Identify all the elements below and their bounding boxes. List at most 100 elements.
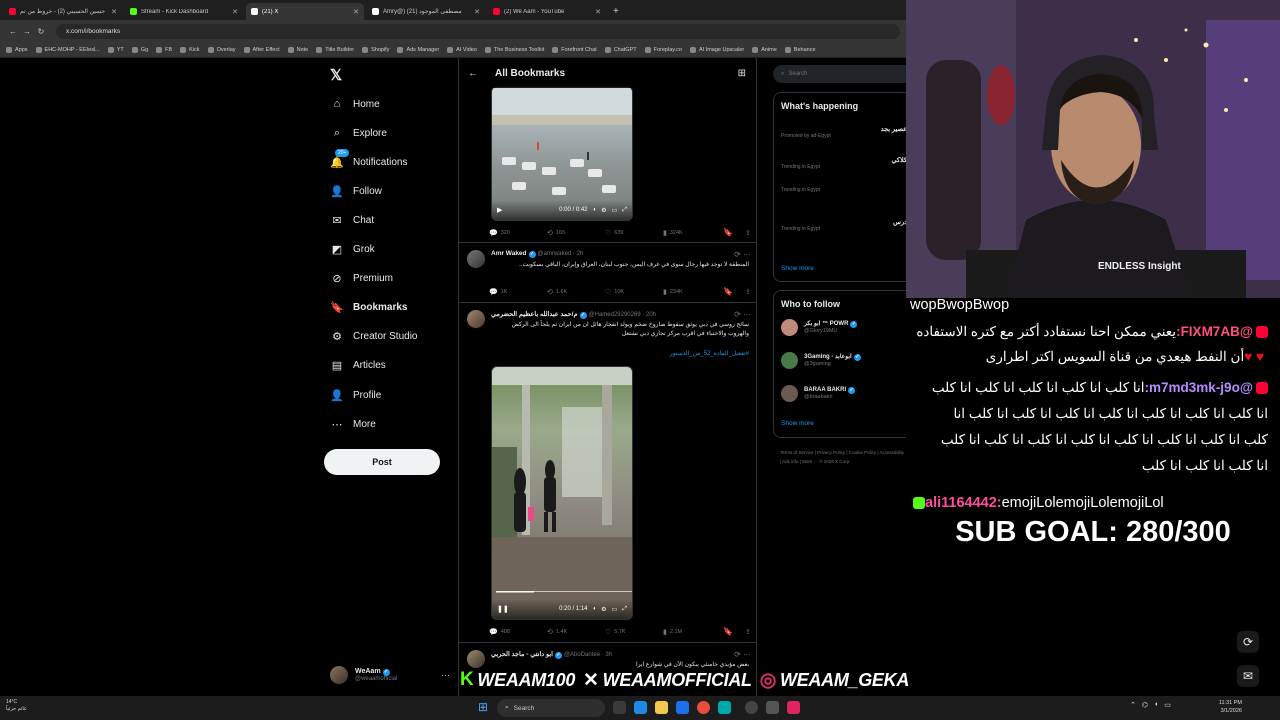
chrome-icon[interactable] (697, 701, 710, 714)
refresh-icon[interactable]: ⟳ (1237, 631, 1259, 653)
play-icon[interactable]: ▶ (497, 206, 502, 214)
mail-icon[interactable]: ✉ (1237, 665, 1259, 687)
close-icon[interactable]: ✕ (232, 8, 238, 16)
new-tab-icon[interactable]: + (613, 3, 619, 20)
footer-links[interactable]: Terms of Service | Privacy Policy | Cook… (780, 448, 906, 466)
like-button[interactable]: ♡ 5.7K (605, 628, 663, 636)
nav-item-more[interactable]: ⋯ More (330, 417, 376, 431)
tweet-author[interactable]: ابو دانتي - ماجد الحربي ✓ @AboDantee · 3h (491, 650, 612, 659)
nav-item-chat[interactable]: ✉ Chat (330, 213, 374, 227)
volume-icon[interactable]: ◖ (593, 606, 597, 612)
views-button[interactable]: ▮ 324K (663, 229, 721, 237)
share-icon[interactable]: ⇪ (745, 288, 751, 296)
address-bar[interactable]: x.com/i/bookmarks (56, 23, 900, 39)
bookmark-icon[interactable]: 🔖 (723, 228, 733, 237)
reply-button[interactable]: 💬 320 (489, 229, 547, 237)
tweet-author[interactable]: م/حمد عبدالله باعظيم الحضرمي ✓ @Hamed29290… (491, 310, 656, 319)
pause-icon[interactable]: ❚❚ (497, 605, 509, 613)
close-icon[interactable]: ✕ (111, 8, 117, 16)
avatar[interactable] (467, 250, 485, 268)
post-button[interactable]: Post (324, 449, 440, 475)
pip-icon[interactable]: ▭ (612, 207, 618, 214)
reload-icon[interactable]: ↻ (34, 27, 48, 36)
tweet-video[interactable]: ❚❚ 0:20 / 1:14 ◖ ⚙ ▭ ⤢ (491, 366, 633, 620)
repost-button[interactable]: ⟲ 165 (547, 229, 605, 237)
repost-button[interactable]: ⟲ 1.4K (547, 628, 605, 636)
edge-icon[interactable] (676, 701, 689, 714)
share-icon[interactable]: ⇪ (745, 628, 751, 636)
bookmark-folder-icon[interactable]: ⊞ (738, 68, 746, 79)
forward-icon[interactable]: → (20, 27, 34, 36)
hashtag-link[interactable]: #تفعيل_المادة_52_من_الدستور (491, 350, 749, 359)
more-dots-icon[interactable]: ⟳ ··· (734, 310, 751, 319)
repost-button[interactable]: ⟲ 1.6K (547, 288, 605, 296)
bookmark-item[interactable]: Anime (752, 46, 777, 53)
like-button[interactable]: ♡ 10K (605, 288, 663, 296)
bookmark-item[interactable]: YT (107, 46, 124, 53)
settings-icon[interactable]: ⚙ (601, 606, 606, 613)
bookmark-item[interactable]: Title Builder (316, 46, 354, 53)
settings-icon[interactable]: ⚙ (601, 207, 606, 214)
weather-widget[interactable]: 14°C غائم جزئياً (6, 699, 27, 713)
browser-tab[interactable]: حسين الحسيني (2) - خروط من تم ✕ (4, 3, 122, 20)
obs-icon[interactable] (745, 701, 758, 714)
trend-item[interactable]: Trending in Egypt (781, 187, 906, 193)
app-icon[interactable] (787, 701, 800, 714)
bookmark-item[interactable]: After Effect (243, 46, 280, 53)
bookmark-item[interactable]: Shopify (362, 46, 389, 53)
fullscreen-icon[interactable]: ⤢ (622, 606, 627, 613)
back-arrow-icon[interactable]: ← (461, 68, 485, 79)
bookmark-item[interactable]: Gg (131, 46, 148, 53)
nav-item-explore[interactable]: ⌕ Explore (330, 126, 387, 140)
follow-suggestion[interactable]: 3Gaming - ابوعابد ✓ @3gaming (781, 352, 906, 369)
bookmark-item[interactable]: AI Image Upscaler (689, 46, 744, 53)
bookmark-item[interactable]: FB (156, 46, 172, 53)
show-more-link[interactable]: Show more (781, 420, 814, 427)
x-logo-icon[interactable]: 𝕏 (330, 66, 342, 84)
nav-item-bookmarks[interactable]: 🔖 Bookmarks (330, 301, 407, 315)
share-icon[interactable]: ⇪ (745, 229, 751, 237)
bookmark-item[interactable]: Foreplay.co (644, 46, 682, 53)
bookmark-icon[interactable]: 🔖 (723, 287, 733, 296)
taskbar-search[interactable]: ⌕ Search (497, 699, 605, 717)
bookmark-item[interactable]: AI Video (447, 46, 477, 53)
close-icon[interactable]: ✕ (474, 8, 480, 16)
more-dots-icon[interactable]: ··· (441, 670, 450, 680)
close-icon[interactable]: ✕ (353, 8, 359, 16)
bookmark-item[interactable]: Overlay (207, 46, 236, 53)
bookmark-item[interactable]: Behance (784, 46, 816, 53)
tweet-video[interactable]: ▶ 0:00 / 0:42 ◖ ⚙ ▭ ⤢ (491, 86, 633, 221)
browser-tab[interactable]: Amry@) مصطفى الموجود (21) ✕ (367, 3, 485, 20)
file-explorer-icon[interactable] (655, 701, 668, 714)
close-icon[interactable]: ✕ (595, 8, 601, 16)
fullscreen-icon[interactable]: ⤢ (622, 207, 627, 214)
more-dots-icon[interactable]: ⟳ ··· (734, 250, 751, 259)
nav-item-notifications[interactable]: 🔔 20+ Notifications (330, 149, 407, 169)
bookmark-item[interactable]: The Business Toolkit (484, 46, 544, 53)
bookmark-item[interactable]: Apps (6, 46, 28, 53)
app-icon[interactable] (634, 701, 647, 714)
bookmark-item[interactable]: Ads Manager (397, 46, 439, 53)
app-icon[interactable] (766, 701, 779, 714)
nav-item-articles[interactable]: ▤ Articles (330, 359, 386, 373)
more-dots-icon[interactable]: ⟳ ··· (734, 650, 751, 659)
trend-item[interactable]: كلاكي Trending in Egypt (781, 156, 906, 170)
reply-button[interactable]: 💬 408 (489, 628, 547, 636)
nav-item-creator-studio[interactable]: ⚙ Creator Studio (330, 330, 417, 344)
browser-tab[interactable]: Stream - Kick Dashboard ✕ (125, 3, 243, 20)
account-switcher[interactable]: WeAam ✓ @weaamofficial ··· (330, 662, 450, 688)
views-button[interactable]: ▮ 234K (663, 288, 721, 296)
follow-suggestion[interactable]: ابو بكر ™ POWR ✓ @Glory19MU (781, 319, 906, 336)
volume-icon[interactable]: ◖ (593, 207, 597, 213)
trend-item[interactable]: عصير بجد Promoted by ad-Egypt (781, 125, 906, 139)
system-tray[interactable]: ⌃ ⌬ ◖ ▭ (1130, 701, 1171, 709)
nav-item-follow[interactable]: 👤 Follow (330, 184, 382, 198)
bookmark-item[interactable]: Note (287, 46, 308, 53)
nav-item-home[interactable]: ⌂ Home (330, 97, 380, 111)
avatar[interactable] (467, 310, 485, 328)
clock[interactable]: 11:31 PM 3/1/2026 (1200, 699, 1242, 716)
browser-tab[interactable]: (21) X ✕ (246, 3, 364, 20)
reply-button[interactable]: 💬 1K (489, 288, 547, 296)
bookmark-item[interactable]: Kick (180, 46, 200, 53)
windows-start-icon[interactable]: ⊞ (478, 701, 491, 714)
